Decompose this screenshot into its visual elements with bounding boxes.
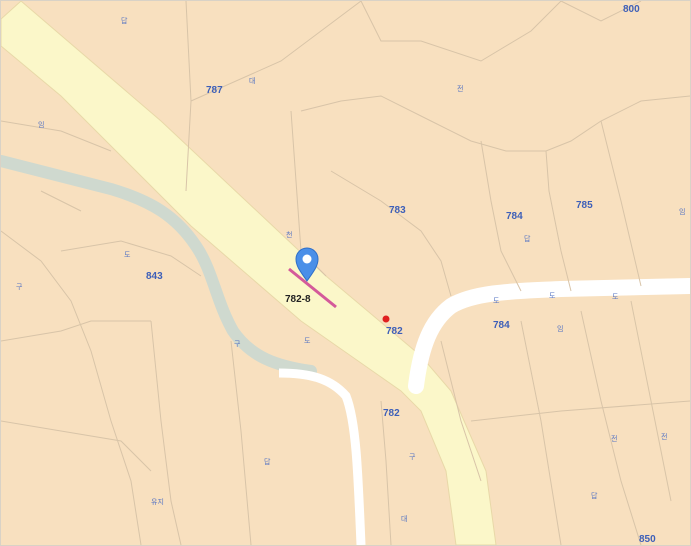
parcel-number: 783 <box>389 205 406 216</box>
land-category-label: 전 <box>611 434 617 443</box>
land-category-label: 구 <box>234 340 241 348</box>
parcel-number: 785 <box>576 200 593 211</box>
parcel-number: 850 <box>639 534 656 545</box>
land-category-label: 대 <box>249 77 255 85</box>
land-category-label: 도 <box>493 297 500 305</box>
land-category-label: 답 <box>264 457 271 466</box>
parcel-number: 800 <box>623 4 640 15</box>
map-view[interactable]: 800 787 785 784 783 843 784 782 782 850 … <box>0 0 691 546</box>
land-category-label: 천 <box>286 230 292 239</box>
parcel-number: 782 <box>383 408 400 419</box>
road-east[interactable] <box>408 278 690 394</box>
parcel-number: 784 <box>493 320 510 331</box>
parcel-number: 784 <box>506 211 523 222</box>
parcel-number-labels: 800 787 785 784 783 843 784 782 782 850 <box>146 4 656 545</box>
land-category-label: 구 <box>16 283 23 291</box>
land-category-label: 답 <box>121 16 128 25</box>
land-category-label: 대 <box>401 515 407 523</box>
land-category-label: 구 <box>409 453 416 461</box>
parcel-number: 782 <box>386 326 403 337</box>
land-category-label: 임 <box>38 121 44 129</box>
land-category-label: 답 <box>524 234 531 243</box>
land-category-label: 도 <box>124 251 131 259</box>
road-south[interactable] <box>278 368 366 545</box>
land-category-label: 도 <box>549 292 556 300</box>
land-category-label: 유지 <box>151 497 164 506</box>
cadastral-map[interactable]: 800 787 785 784 783 843 784 782 782 850 … <box>1 1 690 545</box>
location-dot-icon[interactable] <box>382 315 390 323</box>
land-category-label: 임 <box>679 208 685 216</box>
land-category-label: 임 <box>557 325 563 333</box>
land-category-label: 전 <box>661 432 667 441</box>
land-category-label: 도 <box>612 293 619 301</box>
selected-parcel-label: 782-8 <box>285 294 311 305</box>
parcel-number: 787 <box>206 85 223 96</box>
parcel-number: 843 <box>146 271 163 282</box>
land-category-label: 도 <box>304 337 311 345</box>
land-category-label: 답 <box>591 491 598 500</box>
land-category-label: 전 <box>457 84 463 93</box>
